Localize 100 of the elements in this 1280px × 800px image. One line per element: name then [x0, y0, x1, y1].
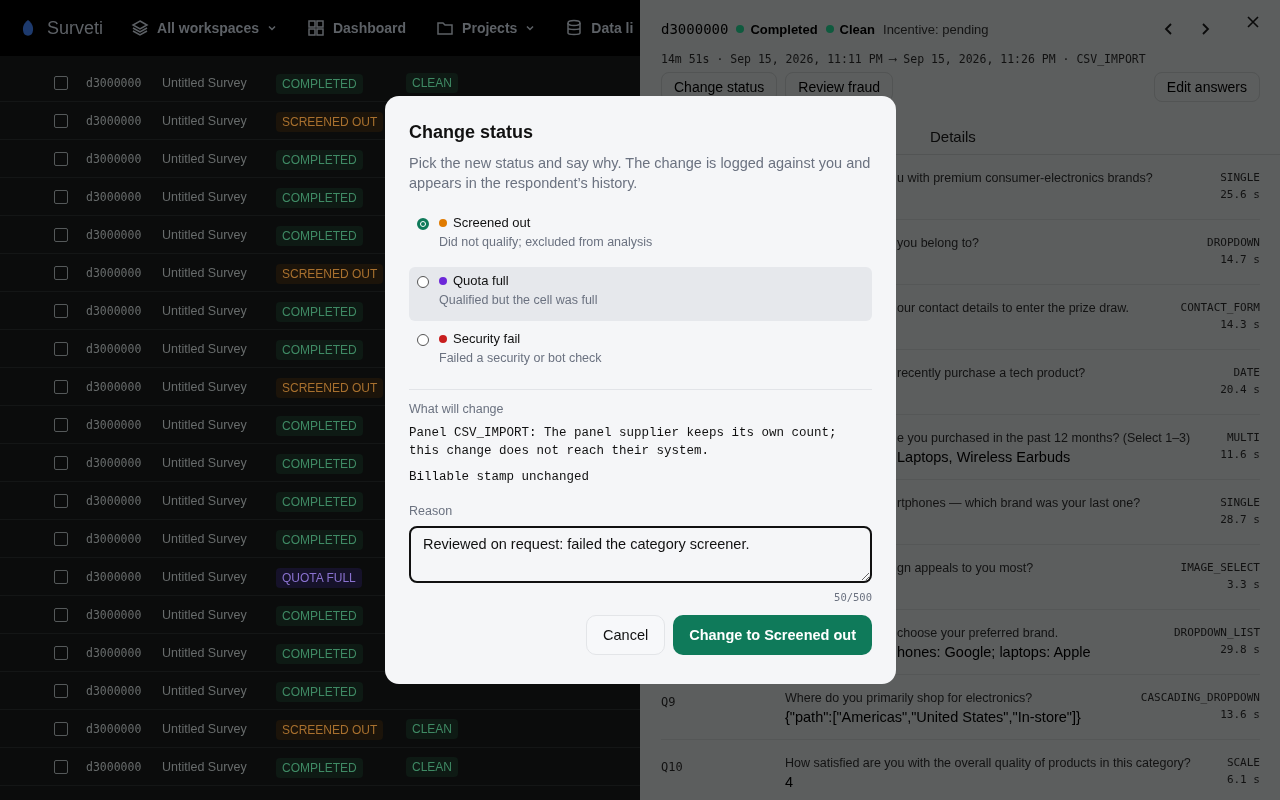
question-type: MULTI	[1226, 431, 1260, 444]
row-checkbox[interactable]	[54, 683, 68, 698]
answer-time: 13.6 s	[1220, 708, 1260, 721]
table-cell-text: Untitled Survey	[162, 721, 248, 736]
table-cell-text: d3000000	[86, 721, 143, 736]
tab[interactable]: Details	[930, 120, 976, 154]
question-type: DATE	[1233, 366, 1260, 379]
answer-time: 25.6 s	[1220, 188, 1260, 201]
question-text: rtphones — which brand was your last one?	[897, 496, 1142, 510]
status-badge: COMPLETED	[276, 643, 363, 664]
confirm-button[interactable]: Change to Screened out	[673, 615, 872, 655]
question-text: our contact details to enter the prize draw.	[897, 301, 1131, 315]
row-checkbox[interactable]	[54, 341, 68, 356]
row-checkbox[interactable]	[54, 265, 68, 280]
row-checkbox[interactable]	[54, 113, 68, 128]
question-type: IMAGE_SELECT	[1180, 561, 1260, 574]
status-badge: COMPLETED	[276, 225, 363, 246]
reason-field[interactable]: Reviewed on request: failed the category screener.	[409, 526, 872, 583]
cancel-button[interactable]: Cancel	[586, 615, 666, 655]
status-option[interactable]: Quota full Qualified but the cell was full	[409, 267, 872, 321]
status-label: Completed	[750, 21, 818, 37]
row-checkbox[interactable]	[54, 189, 68, 204]
row-checkbox[interactable]	[54, 645, 68, 660]
status-badge: COMPLETED	[276, 757, 363, 778]
answer-time: 14.3 s	[1220, 318, 1260, 331]
table-cell-text: Untitled Survey	[162, 189, 248, 204]
status-option[interactable]: Screened out Did not qualify; excluded from analysis	[409, 209, 872, 263]
table-cell-text: d3000000	[86, 341, 143, 356]
radio-button[interactable]	[417, 218, 429, 230]
table-cell-text: Untitled Survey	[162, 75, 248, 90]
nav-link[interactable]: Projects	[436, 19, 536, 37]
fraud-badge: CLEAN	[406, 756, 458, 777]
incentive-text: Incentive: pending	[883, 21, 989, 37]
question-type: CASCADING_DROPDOWN	[1140, 691, 1260, 704]
status-option[interactable]: Security fail Failed a security or bot check	[409, 325, 872, 379]
row-checkbox[interactable]	[54, 417, 68, 432]
status-badge: QUOTA FULL	[276, 567, 362, 588]
radio-button[interactable]	[417, 334, 429, 346]
status-badge: COMPLETED	[276, 187, 363, 208]
row-checkbox[interactable]	[54, 379, 68, 394]
question-type: DROPDOWN_LIST	[1173, 626, 1260, 639]
database-icon	[565, 19, 584, 37]
table-cell-text: d3000000	[86, 151, 143, 166]
question-type: CONTACT_FORM	[1180, 301, 1260, 314]
table-cell-text: d3000000	[86, 303, 143, 318]
nav-link[interactable]: Dashboard	[306, 19, 407, 37]
question-text: choose your preferred brand.	[897, 626, 1060, 640]
table-cell-text: d3000000	[86, 569, 143, 584]
answer-time: 3.3 s	[1226, 578, 1260, 591]
status-label: Clean	[839, 21, 875, 37]
question-type: SCALE	[1226, 756, 1260, 769]
table-cell-text: Untitled Survey	[162, 379, 248, 394]
row-checkbox[interactable]	[54, 531, 68, 546]
row-checkbox[interactable]	[54, 607, 68, 622]
row-checkbox[interactable]	[54, 303, 68, 318]
dialog-description: Pick the new status and say why. The change is logged against you and appears in the respondent’s history.	[409, 154, 872, 193]
answer-text: hones: Google; laptops: Apple	[897, 644, 1092, 660]
table-cell-text: Untitled Survey	[162, 113, 248, 128]
workspace-switcher[interactable]: All workspaces	[131, 19, 277, 37]
impact-text: Panel CSV_IMPORT: The panel supplier keeps its own count; this change does not reach their system.	[409, 425, 838, 460]
question-text: you belong to?	[897, 236, 980, 250]
option-hint: Did not qualify; excluded from analysis	[439, 235, 653, 249]
character-counter: 50/500	[833, 591, 872, 603]
question-type: SINGLE	[1220, 171, 1260, 184]
row-checkbox[interactable]	[54, 151, 68, 166]
question-type: SINGLE	[1220, 496, 1260, 509]
table-cell-text: Untitled Survey	[162, 227, 248, 242]
question-number: Q10	[661, 759, 684, 776]
table-cell-text: Untitled Survey	[162, 341, 248, 356]
row-checkbox[interactable]	[54, 75, 68, 90]
table-cell-text: d3000000	[86, 113, 143, 128]
table-cell-text: d3000000	[86, 189, 143, 204]
answer-time: 11.6 s	[1220, 448, 1260, 461]
row-checkbox[interactable]	[54, 493, 68, 508]
respondent-id: d3000000	[661, 21, 729, 37]
row-checkbox[interactable]	[54, 455, 68, 470]
answer-time: 6.1 s	[1226, 773, 1260, 786]
answer-text: 4	[785, 774, 795, 790]
answer-time: 29.8 s	[1220, 643, 1260, 656]
close-icon[interactable]	[1246, 15, 1260, 29]
radio-button[interactable]	[417, 276, 429, 288]
table-cell-text: Untitled Survey	[162, 569, 248, 584]
option-hint: Qualified but the cell was full	[439, 293, 598, 307]
question-text: e you purchased in the past 12 months? (Select 1–3)	[897, 431, 1192, 445]
row-checkbox[interactable]	[54, 721, 68, 736]
table-cell-text: Untitled Survey	[162, 607, 248, 622]
table-cell-text: d3000000	[86, 759, 143, 774]
status-badge: COMPLETED	[276, 681, 363, 702]
answer-text: {"path":["Americas","United States","In-store"]}	[785, 709, 1082, 725]
edit-answers-button[interactable]: Edit answers	[1153, 72, 1260, 102]
status-badge: COMPLETED	[276, 605, 363, 626]
row-checkbox[interactable]	[54, 569, 68, 584]
answer-text: Laptops, Wireless Earbuds	[897, 449, 1072, 465]
row-checkbox[interactable]	[54, 759, 68, 774]
table-cell-text: Untitled Survey	[162, 151, 248, 166]
nav-link[interactable]: Data li	[565, 19, 634, 37]
status-badge: COMPLETED	[276, 301, 363, 322]
row-checkbox[interactable]	[54, 227, 68, 242]
chevron-down-icon	[266, 23, 277, 33]
table-cell-text: d3000000	[86, 227, 143, 242]
